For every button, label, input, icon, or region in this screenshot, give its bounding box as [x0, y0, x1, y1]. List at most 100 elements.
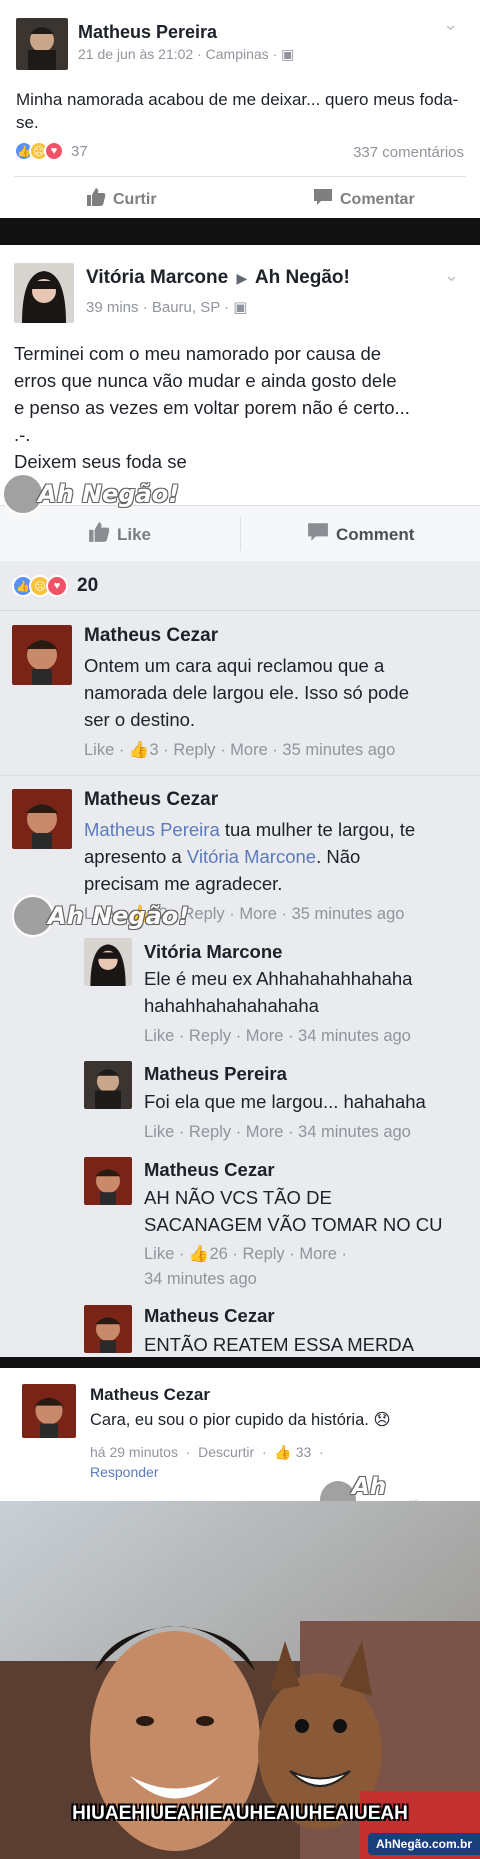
post-author[interactable]: Matheus Pereira: [78, 22, 217, 43]
avatar[interactable]: [12, 625, 72, 685]
divider: [14, 176, 466, 177]
reply-line: Foi ela que me largou... hahahaha: [144, 1091, 426, 1112]
reactions-count: 37: [71, 142, 88, 160]
love-reaction-icon: ♥: [44, 141, 64, 161]
reply-line: Ele é meu ex Ahhahahahhahaha: [144, 968, 413, 989]
reply-text: Foi ela que me largou... hahahaha: [144, 1088, 474, 1115]
public-icon: ▣: [281, 46, 295, 62]
avatar[interactable]: [16, 18, 68, 70]
public-icon: ▣: [233, 299, 248, 316]
comment-label: Comentar: [340, 190, 415, 208]
reply-line: ENTÃO REATEM ESSA MERDA: [144, 1334, 415, 1355]
comment-actions[interactable]: Like · 👍3 · Reply · More · 35 minutes ag…: [84, 741, 395, 760]
reply-text: Ele é meu ex Ahhahahahhahaha hahahhahaha…: [144, 965, 474, 1019]
comment-line: ser o destino.: [84, 709, 196, 730]
post-meta: 21 de jun às 21:02 · Campinas · ▣: [78, 46, 294, 63]
post-text-line: e penso as vezes em voltar porem não é c…: [14, 397, 410, 418]
reply-actions[interactable]: Like · 👍26 · Reply · More ·: [144, 1245, 347, 1264]
mention-link[interactable]: Matheus Pereira: [84, 819, 220, 840]
reactions[interactable]: 👍 ☹ ♥ 20: [12, 575, 98, 597]
post-meta: 39 mins · Bauru, SP · ▣: [86, 298, 247, 316]
chevron-down-icon[interactable]: ⌄: [444, 265, 459, 286]
divider: [240, 517, 241, 551]
watermark-logo: Ah Negão!: [2, 473, 179, 515]
comment-line: Ontem um cara aqui reclamou que a: [84, 655, 385, 676]
avatar[interactable]: [84, 938, 132, 986]
post-meta-text: 21 de jun às 21:02 · Campinas ·: [78, 46, 278, 62]
post-card-1: Matheus Pereira 21 de jun às 21:02 · Cam…: [0, 0, 480, 218]
reply-link[interactable]: Responder: [90, 1464, 159, 1480]
reply-text: ENTÃO REATEM ESSA MERDA: [144, 1331, 480, 1358]
comment-fragment: apresento a: [84, 846, 187, 867]
comment-button[interactable]: Comment: [307, 521, 414, 548]
reply-line: SACANAGEM VÃO TOMAR NO CU: [144, 1214, 443, 1235]
chevron-down-icon[interactable]: ⌄: [443, 14, 458, 35]
meme-photo: HIUAEHIUEAHIEAUHEAIUHEAIUEAH AhNegão.com…: [0, 1501, 480, 1859]
comment-line: precisam me agradecer.: [84, 873, 283, 894]
comment-line: Matheus Pereira tua mulher te largou, te: [84, 816, 476, 843]
watermark-logo: Ah Negão!: [12, 895, 189, 937]
reply-author[interactable]: Vitória Marcone: [144, 941, 282, 963]
comment-icon: [313, 187, 333, 212]
avatar[interactable]: [22, 1384, 76, 1438]
photo-caption: HIUAEHIUEAHIEAUHEAIUHEAIUEAH: [72, 1803, 408, 1824]
reply-line: hahahhahahahahaha: [144, 995, 319, 1016]
mention-link[interactable]: Vitória Marcone: [187, 846, 316, 867]
divider: [0, 775, 480, 776]
reply-actions[interactable]: Like · Reply · More · 34 minutes ago: [144, 1123, 411, 1142]
author-name[interactable]: Vitória Marcone: [86, 267, 228, 288]
divider: [0, 610, 480, 611]
comments-count[interactable]: 337 comentários: [353, 144, 464, 161]
thumbs-up-icon: [88, 521, 110, 548]
avatar[interactable]: [84, 1061, 132, 1109]
like-button[interactable]: Curtir: [86, 187, 157, 212]
watermark-text: Ah Negão!: [48, 902, 190, 930]
reply-author[interactable]: Matheus Pereira: [144, 1063, 287, 1085]
post-text-line: erros que nunca vão mudar e ainda gosto …: [14, 370, 397, 391]
reply-timestamp: 34 minutes ago: [144, 1270, 257, 1288]
comment-icon: [307, 521, 329, 548]
thumbs-up-icon: [86, 187, 106, 212]
like-button[interactable]: Like: [88, 521, 151, 548]
comment-fragment: tua mulher te largou, te: [219, 819, 416, 840]
separator-bar: [0, 218, 480, 245]
post-text: Terminei com o meu namorado por causa de…: [14, 340, 474, 475]
reply-author[interactable]: Matheus Cezar: [144, 1159, 275, 1181]
post-text: Minha namorada acabou de me deixar... qu…: [16, 90, 459, 132]
comment-label: Comment: [336, 524, 415, 544]
avatar[interactable]: [84, 1305, 132, 1353]
target-page[interactable]: Ah Negão!: [255, 267, 350, 288]
comment-text: Ontem um cara aqui reclamou que a namora…: [84, 652, 474, 733]
comment-line: apresento a Vitória Marcone. Não: [84, 843, 476, 870]
comment-button[interactable]: Comentar: [313, 187, 415, 212]
arrow-icon: ▶: [236, 270, 248, 286]
reply-text: AH NÃO VCS TÃO DE SACANAGEM VÃO TOMAR NO…: [144, 1184, 480, 1238]
post-text-line: Deixem seus foda se: [14, 451, 187, 472]
comment-text: Cara, eu sou o pior cupido da história. …: [90, 1411, 391, 1429]
comment-fragment: . Não: [316, 846, 361, 867]
reactions[interactable]: 👍 ☹ ♥ 37: [14, 141, 88, 161]
reactions-count: 20: [77, 575, 99, 596]
separator-bar: [0, 1357, 480, 1368]
avatar[interactable]: [14, 263, 74, 323]
post-text-line: .-.: [14, 424, 31, 445]
comment-line: namorada dele largou ele. Isso só pode: [84, 682, 409, 703]
like-label: Like: [117, 524, 152, 544]
avatar[interactable]: [84, 1157, 132, 1205]
comment-author[interactable]: Matheus Cezar: [84, 625, 218, 647]
comment-text: Matheus Pereira tua mulher te largou, te…: [84, 816, 476, 897]
watermark-text: Ah Negão!: [38, 480, 180, 508]
reply-line: AH NÃO VCS TÃO DE: [144, 1187, 332, 1208]
comment-author[interactable]: Matheus Cezar: [84, 789, 218, 811]
reply-author[interactable]: Matheus Cezar: [144, 1305, 275, 1327]
avatar[interactable]: [12, 789, 72, 849]
post-author: Vitória Marcone ▶ Ah Negão!: [86, 267, 350, 289]
comment-author[interactable]: Matheus Cezar: [90, 1385, 210, 1405]
reply-actions[interactable]: Like · Reply · More · 34 minutes ago: [144, 1027, 411, 1046]
comment-actions[interactable]: há 29 minutos · Descurtir · 👍 33 ·: [90, 1444, 324, 1461]
site-badge[interactable]: AhNegão.com.br: [367, 1833, 480, 1855]
post-text-line: Terminei com o meu namorado por causa de: [14, 343, 382, 364]
like-label: Curtir: [113, 190, 157, 208]
post-meta-text: 39 mins · Bauru, SP ·: [86, 299, 230, 316]
love-reaction-icon: ♥: [46, 575, 68, 597]
